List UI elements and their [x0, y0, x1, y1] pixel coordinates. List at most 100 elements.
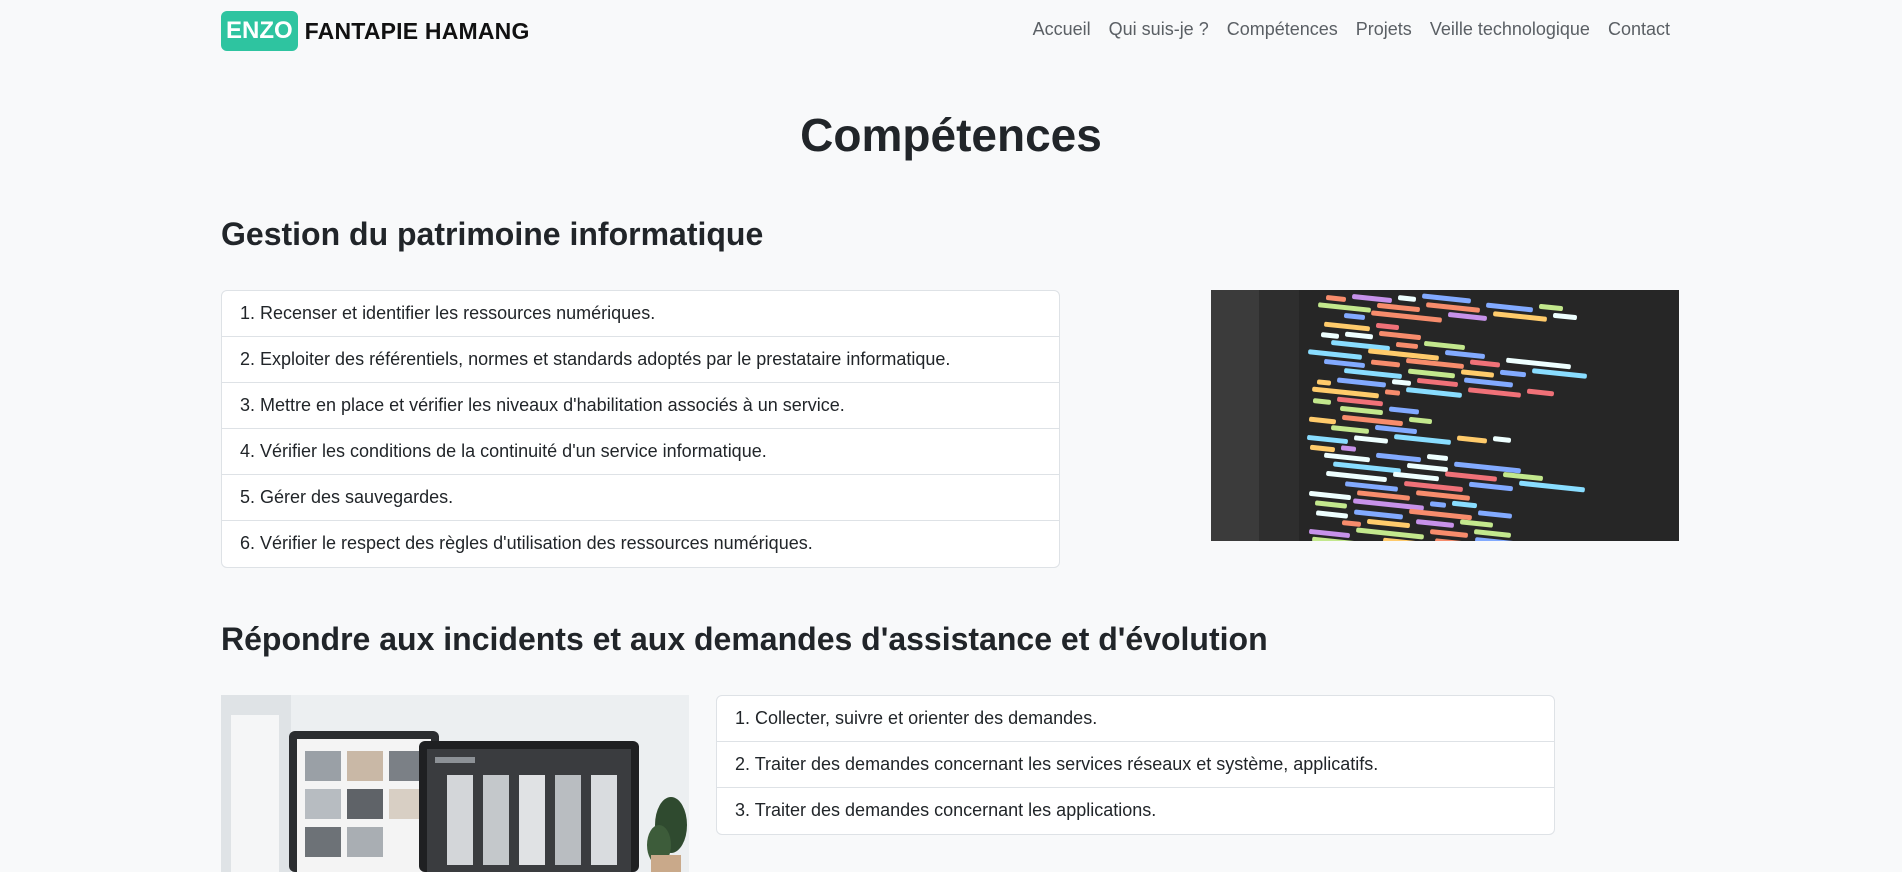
code-line-segment — [1353, 509, 1404, 520]
code-line-segment — [1426, 453, 1449, 462]
code-line-segment — [1425, 302, 1481, 313]
code-line-segment — [1492, 436, 1512, 443]
nav-link-accueil[interactable]: Accueil — [1033, 19, 1091, 40]
code-line-segment — [1341, 414, 1404, 427]
code-line-segment — [1469, 359, 1501, 368]
code-line-segment — [1325, 470, 1388, 483]
code-line-segment — [1456, 435, 1488, 444]
code-line-segment — [1367, 348, 1440, 361]
brand-logo-link[interactable]: ENZO FANTAPIE HAMANG — [221, 11, 530, 51]
nav-link-contact[interactable]: Contact — [1608, 19, 1670, 40]
code-line-segment — [1378, 330, 1422, 341]
nav-link-qui-suis-je[interactable]: Qui suis-je ? — [1109, 19, 1209, 40]
code-line-segment — [1451, 500, 1478, 509]
nav-link-veille-technologique[interactable]: Veille technologique — [1430, 19, 1590, 40]
code-line-segment — [1384, 389, 1401, 396]
code-line-segment — [1308, 416, 1337, 425]
brand-name: FANTAPIE HAMANG — [304, 17, 530, 44]
code-line-segment — [1434, 538, 1470, 541]
workspace-illustration — [221, 695, 689, 872]
skills-list-gestion-patrimoine: 1. Recenser et identifier les ressources… — [221, 290, 1060, 568]
code-line-segment — [1314, 500, 1348, 509]
code-line-segment — [1415, 519, 1455, 528]
list-item: 2. Traiter des demandes concernant les s… — [717, 742, 1554, 788]
code-line-segment — [1499, 369, 1527, 378]
code-line-segment — [1477, 510, 1513, 519]
code-line-segment — [1429, 501, 1447, 508]
code-line-segment — [1463, 377, 1514, 388]
nav-link-competences[interactable]: Compétences — [1227, 19, 1338, 40]
code-line-segment — [1467, 387, 1522, 398]
code-editor-sidebar — [1211, 290, 1259, 541]
code-line-segment — [1312, 398, 1332, 405]
code-editor-image — [1211, 290, 1679, 541]
code-line-segment — [1336, 377, 1387, 388]
code-line-segment — [1468, 481, 1514, 492]
code-line-segment — [1375, 452, 1422, 463]
code-line-segment — [1309, 444, 1336, 453]
code-line-segment — [1388, 406, 1420, 415]
code-line-segment — [1317, 302, 1372, 313]
list-item: 3. Traiter des demandes concernant les a… — [735, 800, 1157, 820]
code-line-segment — [1492, 311, 1548, 322]
code-line-segment — [1459, 519, 1494, 528]
code-line-segment — [1518, 480, 1586, 493]
code-line-segment — [1453, 461, 1522, 474]
nav-link-projets[interactable]: Projets — [1356, 19, 1412, 40]
code-line-segment — [1405, 387, 1463, 398]
code-line-segment — [1505, 357, 1572, 370]
code-line-segment — [1526, 388, 1555, 397]
code-line-segment — [1416, 377, 1459, 388]
code-line-segment — [1306, 434, 1349, 445]
code-line-segment — [1474, 537, 1533, 541]
code-line-segment — [1340, 445, 1357, 452]
code-line-segment — [1395, 341, 1419, 350]
code-line-segment — [1460, 369, 1495, 378]
code-line-segment — [1325, 294, 1347, 303]
code-line-segment — [1307, 349, 1363, 360]
list-item: 6. Vérifier le respect des règles d'util… — [240, 533, 813, 553]
section-title-gestion-patrimoine: Gestion du patrimoine informatique — [221, 216, 764, 252]
code-line-segment — [1393, 434, 1452, 445]
code-line-segment — [1444, 471, 1498, 482]
workspace-image — [221, 695, 689, 872]
code-line-segment — [1315, 510, 1349, 519]
code-line-segment — [1408, 416, 1433, 425]
list-item: 3. Mettre en place et vérifier les nivea… — [222, 383, 1059, 429]
code-line-segment — [1447, 311, 1488, 322]
code-line-segment — [1374, 424, 1418, 435]
code-line-segment — [1375, 322, 1400, 331]
code-line-segment — [1397, 295, 1417, 302]
page-title: Compétences — [800, 109, 1102, 161]
code-line-segment — [1552, 312, 1578, 321]
list-item: 4. Vérifier les conditions de la continu… — [222, 429, 1059, 475]
code-line-segment — [1392, 471, 1440, 482]
code-editor-gutter — [1259, 290, 1299, 541]
code-line-segment — [1423, 340, 1466, 351]
list-item: 5. Gérer des sauvegardes. — [222, 475, 1059, 521]
code-line-segment — [1330, 425, 1370, 434]
code-line-segment — [1366, 518, 1411, 529]
list-item: 1. Recenser et identifier les ressources… — [222, 291, 1059, 337]
code-line-segment — [1370, 310, 1443, 323]
code-line-segment — [1429, 529, 1469, 538]
code-line-segment — [1323, 321, 1371, 332]
code-line-segment — [1320, 332, 1340, 339]
code-line-segment — [1444, 349, 1486, 360]
code-line-segment — [1502, 471, 1544, 482]
list-item: 2. Exploiter des référentiels, normes et… — [222, 337, 1059, 383]
code-line-segment — [1344, 481, 1399, 492]
code-line-segment — [1339, 405, 1384, 416]
code-line-segment — [1353, 435, 1389, 444]
code-line-segment — [1538, 303, 1564, 312]
code-line-segment — [1351, 293, 1393, 304]
code-line-segment — [1323, 358, 1366, 369]
code-line-segment — [1406, 462, 1449, 473]
code-line-segment — [1370, 359, 1401, 368]
navbar: ENZO FANTAPIE HAMANG Accueil Qui suis-je… — [0, 0, 1902, 64]
code-line-segment — [1391, 379, 1412, 386]
code-line-segment — [1343, 312, 1366, 321]
code-line-segment — [1316, 379, 1332, 386]
brand-badge: ENZO — [221, 11, 298, 51]
code-line-segment — [1341, 520, 1362, 527]
